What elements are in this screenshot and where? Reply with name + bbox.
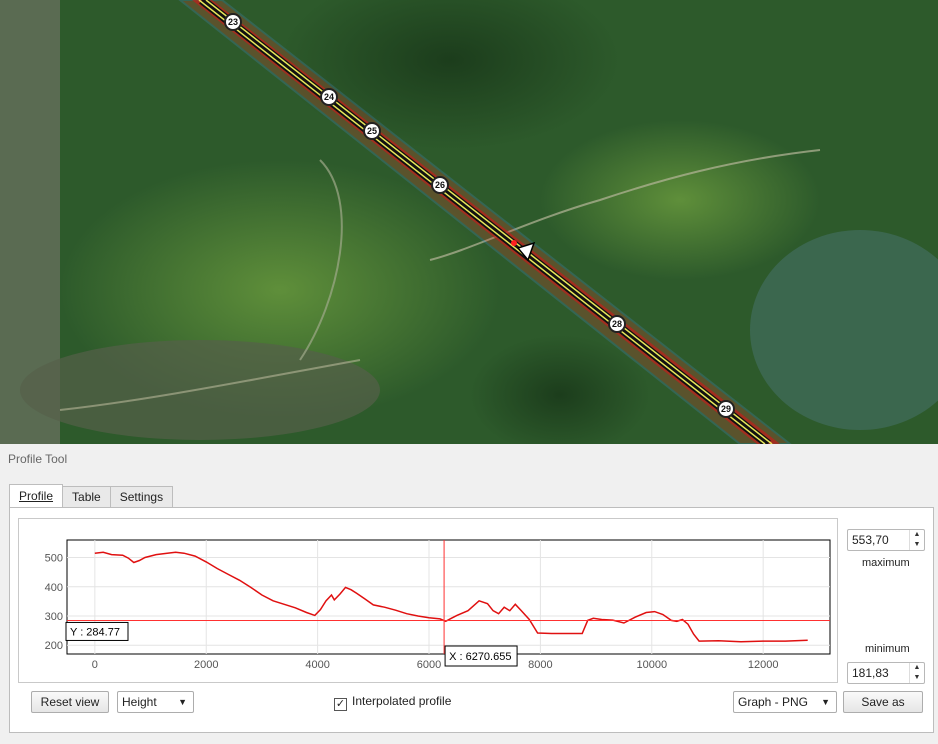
spin-arrows-icon[interactable]: ▲ ▼ [909, 530, 924, 550]
y-tick-label: 400 [45, 582, 63, 594]
maximum-value: 553,70 [852, 533, 889, 547]
map-marker[interactable]: 24 [320, 88, 338, 106]
panel-title: Profile Tool [8, 452, 68, 466]
profile-plot[interactable]: 0 2000 4000 6000 8000 10000 12000 200 300 400 500 Y… [19, 519, 837, 682]
x-tick-label: 0 [92, 659, 98, 671]
tab-label: Table [72, 490, 101, 504]
tab-settings[interactable]: Settings [109, 486, 174, 507]
x-tick-label: 12000 [748, 659, 779, 671]
tab-label: Settings [119, 490, 164, 504]
x-tick-label: 10000 [636, 659, 667, 671]
checkbox-checked-icon[interactable]: ✓ [334, 698, 347, 711]
map-canvas[interactable]: 23 24 25 26 28 29 [0, 0, 938, 444]
map-marker[interactable]: 28 [608, 315, 626, 333]
interpolated-profile-label: Interpolated profile [352, 694, 452, 708]
save-as-button[interactable]: Save as [843, 691, 923, 713]
tab-profile[interactable]: Profile [9, 484, 64, 507]
chevron-down-icon: ▼ [178, 697, 187, 707]
x-tick-label: 6000 [417, 659, 441, 671]
map-imagery [0, 0, 938, 444]
export-format-value: Graph - PNG [738, 695, 809, 709]
map-marker[interactable]: 23 [224, 13, 242, 31]
y-tick-label: 300 [45, 611, 63, 623]
map-marker[interactable]: 25 [363, 122, 381, 140]
mode-select[interactable]: Height ▼ [117, 691, 194, 713]
x-tick-label: 8000 [528, 659, 552, 671]
reset-view-button[interactable]: Reset view [31, 691, 109, 713]
chevron-down-icon: ▼ [821, 697, 830, 707]
interpolated-profile-checkbox[interactable]: ✓ Interpolated profile [334, 694, 451, 711]
minimum-label: minimum [865, 643, 910, 655]
tab-label: Profile [19, 489, 54, 503]
cursor-y-readout: Y : 284.77 [70, 626, 120, 638]
y-tick-label: 200 [45, 640, 63, 652]
minimum-value: 181,83 [852, 666, 889, 680]
spin-arrows-icon[interactable]: ▲ ▼ [909, 663, 924, 683]
map-marker[interactable]: 26 [431, 176, 449, 194]
y-tick-label: 500 [45, 553, 63, 565]
maximum-label: maximum [862, 557, 910, 569]
x-tick-label: 2000 [194, 659, 218, 671]
tab-bar: Profile Table Settings [9, 484, 174, 508]
x-tick-label: 4000 [305, 659, 329, 671]
maximum-spinbox[interactable]: 553,70 ▲ ▼ [847, 529, 925, 551]
mode-select-value: Height [122, 695, 157, 709]
tab-table[interactable]: Table [62, 486, 111, 507]
profile-plot-frame: 0 2000 4000 6000 8000 10000 12000 200 300 400 500 Y… [18, 518, 838, 683]
map-marker[interactable]: 29 [717, 400, 735, 418]
export-format-select[interactable]: Graph - PNG ▼ [733, 691, 837, 713]
cursor-x-readout: X : 6270.655 [449, 651, 511, 663]
minimum-spinbox[interactable]: 181,83 ▲ ▼ [847, 662, 925, 684]
